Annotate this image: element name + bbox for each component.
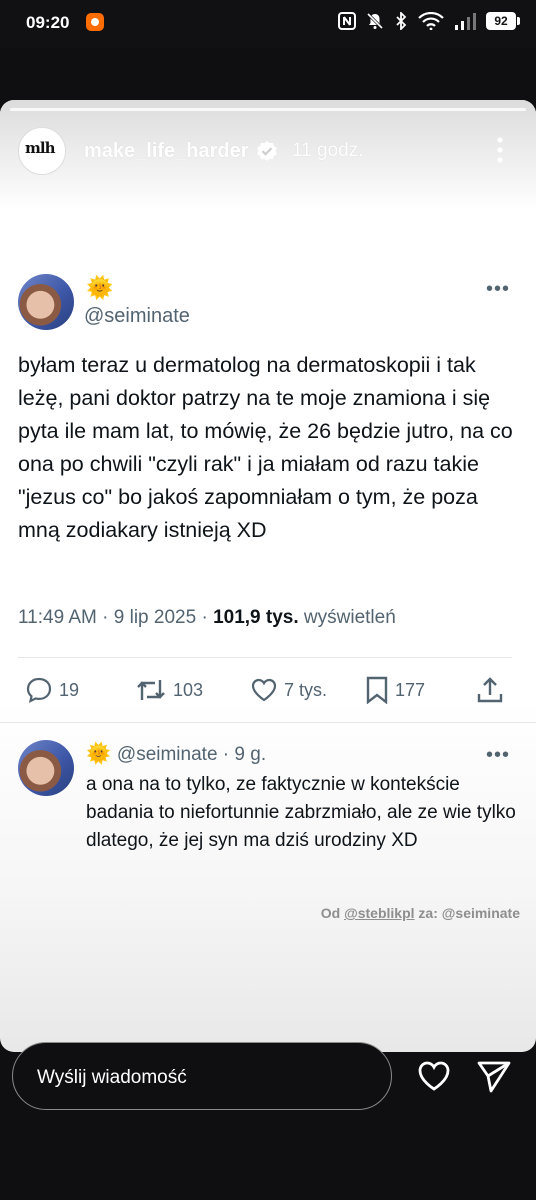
wifi-icon xyxy=(418,12,444,30)
send-icon[interactable] xyxy=(476,1058,512,1094)
heart-icon xyxy=(251,678,277,702)
message-input[interactable]: Wyślij wiadomość xyxy=(12,1042,392,1110)
reply-display-emoji: 🌞 xyxy=(86,743,111,765)
reply-icon xyxy=(26,677,52,703)
battery-icon: 92 xyxy=(486,12,520,30)
story-card[interactable]: mlh make_life_harder 11 godz. 🌞 @seimina… xyxy=(0,100,536,1052)
reply-text: a ona na to tylko, ze faktycznie w konte… xyxy=(86,774,516,851)
account-logo-text: mlh xyxy=(25,139,56,157)
nfc-icon xyxy=(338,12,356,30)
retweet-icon xyxy=(137,680,165,700)
tweet-time: 11:49 AM xyxy=(18,607,97,628)
reply-handle: @seiminate xyxy=(116,744,218,765)
divider xyxy=(0,722,536,723)
like-action: 7 tys. xyxy=(250,676,327,704)
reply-more-icon: ••• xyxy=(486,744,511,766)
reply-action: 19 xyxy=(25,676,79,704)
retweet-count: 103 xyxy=(173,679,204,700)
mute-icon xyxy=(366,12,384,30)
tweet-views-count: 101,9 tys. xyxy=(213,607,299,628)
bookmark-icon xyxy=(366,676,388,704)
reply-time: 9 g. xyxy=(234,744,267,765)
verified-badge-icon xyxy=(257,141,277,161)
credit-from-link[interactable]: @steblikpl xyxy=(344,905,414,921)
message-placeholder: Wyślij wiadomość xyxy=(37,1067,187,1088)
divider xyxy=(18,657,512,658)
tweet-avatar xyxy=(18,274,74,330)
bookmark-action: 177 xyxy=(365,676,425,704)
tweet-meta: 11:49 AM · 9 lip 2025 · 101,9 tys. wyświ… xyxy=(18,607,396,628)
account-name[interactable]: make_life_harder xyxy=(84,140,249,163)
tweet-date: 9 lip 2025 xyxy=(113,607,197,628)
status-bar: 09:20 92 xyxy=(0,0,536,48)
status-icons: 92 xyxy=(338,12,520,30)
notification-app-icon xyxy=(86,13,104,31)
tweet-text: byłam teraz u dermatolog na dermatoskopi… xyxy=(18,353,513,542)
tweet-handle: @seiminate xyxy=(84,305,190,327)
story-time: 11 godz. xyxy=(292,140,364,161)
account-avatar[interactable]: mlh xyxy=(18,127,66,175)
battery-level: 92 xyxy=(486,12,516,30)
bookmark-count: 177 xyxy=(395,679,426,700)
story-progress-bar xyxy=(10,108,526,111)
tweet-views-label: wyświetleń xyxy=(303,607,396,628)
reply-header: 🌞 @seiminate · 9 g. xyxy=(86,743,267,765)
credit-to-link[interactable]: @seiminate xyxy=(442,905,520,921)
like-story-heart-icon[interactable] xyxy=(416,1058,452,1094)
reply-avatar xyxy=(18,740,74,796)
tweet-display-emoji: 🌞 xyxy=(86,275,114,300)
like-count: 7 tys. xyxy=(284,679,328,700)
share-icon xyxy=(477,677,503,703)
retweet-action: 103 xyxy=(135,676,203,704)
tweet-more-icon: ••• xyxy=(486,278,511,300)
status-time: 09:20 xyxy=(26,13,70,32)
bluetooth-icon xyxy=(396,12,407,30)
signal-icon xyxy=(455,13,476,30)
tweet-actions: 19 103 7 tys. 177 xyxy=(0,676,536,708)
more-options-icon[interactable] xyxy=(494,136,506,164)
reply-count: 19 xyxy=(59,679,80,700)
story-credit: Od @steblikpl za: @seiminate xyxy=(320,905,520,921)
share-action xyxy=(476,676,504,704)
